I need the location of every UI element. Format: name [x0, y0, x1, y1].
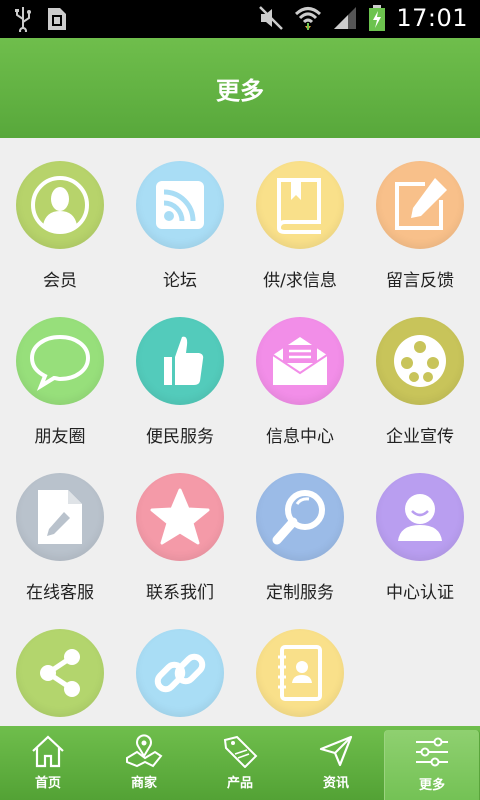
map-icon — [126, 734, 163, 768]
tab-label: 产品 — [226, 776, 253, 791]
user-avatar-icon — [398, 494, 442, 541]
grid-item-label: 留言反馈 — [386, 271, 454, 291]
star-icon — [150, 488, 210, 545]
signal-icon — [334, 7, 357, 29]
grid-item-circle — [136, 317, 224, 405]
tab-label: 商家 — [130, 776, 157, 791]
mute-icon — [259, 6, 284, 30]
share-icon — [40, 649, 80, 697]
grid-item-circle — [256, 317, 344, 405]
wifi-icon — [295, 7, 322, 30]
page-title: 更多 — [216, 76, 264, 105]
grid-item-contact-us[interactable]: 联系我们 — [120, 450, 240, 606]
grid-item-circle — [16, 317, 104, 405]
grid-item-label: 会员 — [43, 271, 77, 291]
grid-item-circle — [376, 473, 464, 561]
envelope-icon — [272, 337, 328, 385]
contact-book-icon — [278, 645, 322, 701]
bottom-tab-bar: 首页 商家 产品 资讯 更多 — [0, 726, 480, 800]
grid-item-label: 联系我们 — [146, 583, 214, 603]
grid-item-circle — [256, 161, 344, 249]
grid-item-label: 供/求信息 — [263, 271, 337, 291]
grid-item-feedback[interactable]: 留言反馈 — [360, 138, 480, 294]
grid-item-link[interactable] — [120, 606, 240, 726]
grid-item-circle — [256, 473, 344, 561]
grid-item-online-service[interactable]: 在线客服 — [0, 450, 120, 606]
film-reel-icon — [394, 335, 446, 387]
grid-item-circle — [16, 473, 104, 561]
home-icon — [32, 735, 64, 768]
grid-item-label: 在线客服 — [26, 583, 94, 603]
grid-item-circle — [256, 629, 344, 717]
grid-item-circle — [136, 629, 224, 717]
paper-plane-icon — [319, 735, 353, 767]
tab-label: 更多 — [418, 778, 445, 793]
grid-item-info-center[interactable]: 信息中心 — [240, 294, 360, 450]
grid-item-label: 便民服务 — [146, 427, 214, 447]
grid-item-label: 定制服务 — [266, 583, 334, 603]
grid-item-label: 中心认证 — [386, 583, 454, 603]
grid-item-label: 论坛 — [163, 271, 197, 291]
usb-icon — [15, 7, 31, 32]
grid-item-label: 企业宣传 — [386, 427, 454, 447]
grid-item-custom-service[interactable]: 定制服务 — [240, 450, 360, 606]
chat-bubble-icon — [29, 334, 91, 391]
grid-item-circle — [16, 161, 104, 249]
grid-item-supply-demand[interactable]: 供/求信息 — [240, 138, 360, 294]
grid-item-promotion[interactable]: 企业宣传 — [360, 294, 480, 450]
tab-merchants[interactable]: 商家 — [96, 726, 192, 800]
tab-more[interactable]: 更多 — [384, 730, 480, 800]
page-header: 更多 — [0, 38, 480, 138]
tab-products[interactable]: 产品 — [192, 726, 288, 800]
status-time: 17:01 — [396, 4, 468, 32]
tab-label: 首页 — [34, 776, 61, 791]
edit-icon — [395, 178, 447, 230]
tab-home[interactable]: 首页 — [0, 726, 96, 800]
document-edit-icon — [38, 490, 82, 544]
thumbs-up-icon — [164, 336, 204, 385]
grid-item-circle — [376, 317, 464, 405]
grid-item-circle — [376, 161, 464, 249]
magnifier-icon — [272, 490, 325, 545]
grid-item-member[interactable]: 会员 — [0, 138, 120, 294]
tab-label: 资讯 — [322, 776, 349, 791]
grid-item-forum[interactable]: 论坛 — [120, 138, 240, 294]
sim-card-icon — [48, 8, 66, 30]
grid-item-share[interactable] — [0, 606, 120, 726]
grid-item-label: 朋友圈 — [34, 427, 86, 447]
grid-item-convenience[interactable]: 便民服务 — [120, 294, 240, 450]
battery-charging-icon — [369, 5, 386, 31]
grid-item-certification[interactable]: 中心认证 — [360, 450, 480, 606]
settings-sliders-icon — [416, 737, 448, 767]
link-icon — [154, 653, 206, 693]
member-icon — [31, 176, 89, 234]
status-bar: 17:01 — [0, 0, 480, 38]
sale-tag-icon — [223, 735, 258, 768]
tab-news[interactable]: 资讯 — [288, 726, 384, 800]
grid-item-circle — [136, 473, 224, 561]
grid-item-contacts[interactable] — [240, 606, 360, 726]
feature-grid: 会员 论坛 供/求信息 留言反馈 朋友圈 便民服务 信息中心 企业宣传 在线客服… — [0, 138, 480, 726]
grid-item-circle — [16, 629, 104, 717]
grid-item-circle — [136, 161, 224, 249]
rss-icon — [156, 181, 204, 229]
grid-item-label: 信息中心 — [266, 427, 334, 447]
grid-item-friends[interactable]: 朋友圈 — [0, 294, 120, 450]
book-icon — [277, 178, 321, 234]
